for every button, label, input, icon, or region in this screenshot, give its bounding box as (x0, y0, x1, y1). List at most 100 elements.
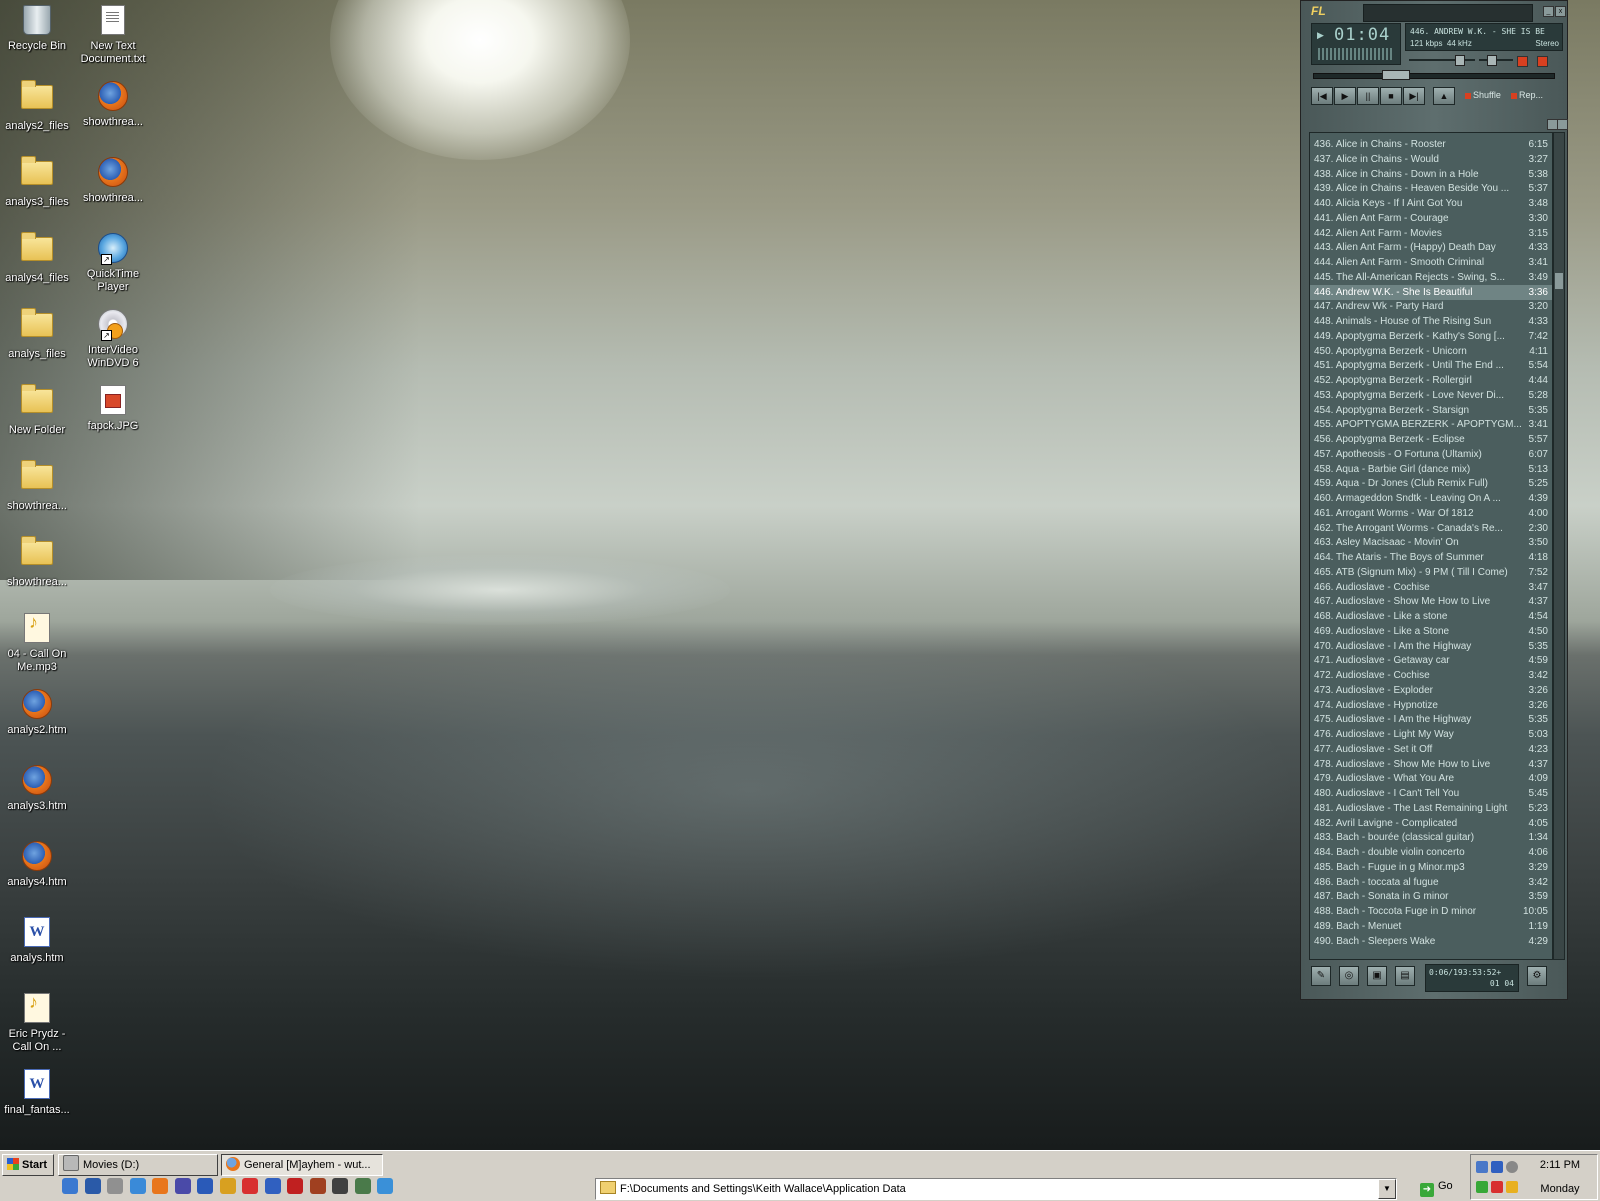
desktop-icon[interactable]: 04 - Call On Me.mp3 (0, 611, 74, 674)
shuffle-toggle[interactable]: Shuffle (1465, 90, 1501, 100)
playlist-item[interactable]: 477. Audioslave - Set it Off 4:23 (1310, 742, 1552, 757)
clock[interactable]: 2:11 PM (1527, 1159, 1593, 1171)
desktop-icon[interactable]: analys3.htm (0, 763, 74, 813)
playlist-item[interactable]: 472. Audioslave - Cochise 3:42 (1310, 668, 1552, 683)
address-bar[interactable]: F:\Documents and Settings\Keith Wallace\… (595, 1178, 1397, 1200)
playlist-item[interactable]: 478. Audioslave - Show Me How to Live 4:3… (1310, 757, 1552, 772)
playlist-item[interactable]: 468. Audioslave - Like a stone 4:54 (1310, 609, 1552, 624)
desktop-icon[interactable]: Eric Prydz - Call On ... (0, 991, 74, 1054)
playlist-item[interactable]: 437. Alice in Chains - Would 3:27 (1310, 152, 1552, 167)
desktop-icon[interactable]: analys_files (0, 307, 74, 361)
eq-toggle-icon[interactable] (1517, 56, 1528, 67)
balance-slider[interactable] (1487, 55, 1497, 66)
playlist[interactable]: 436. Alice in Chains - Rooster 6:15 437. A… (1309, 132, 1553, 960)
playlist-item[interactable]: 474. Audioslave - Hypnotize 3:26 (1310, 698, 1552, 713)
playlist-item[interactable]: 487. Bach - Sonata in G minor 3:59 (1310, 889, 1552, 904)
start-button[interactable]: Start (2, 1154, 54, 1176)
playlist-item[interactable]: 475. Audioslave - I Am the Highway 5:35 (1310, 712, 1552, 727)
desktop-icon[interactable]: Recycle Bin (0, 3, 74, 53)
desktop-icon[interactable]: ↗ QuickTime Player (76, 231, 150, 294)
word-icon[interactable] (197, 1178, 213, 1194)
firefox-icon[interactable] (152, 1178, 168, 1194)
desktop-icon[interactable]: New Text Document.txt (76, 3, 150, 66)
player-titlebar[interactable]: FL _ x (1307, 3, 1566, 22)
update-icon[interactable] (1476, 1181, 1488, 1193)
playlist-toggle-icon[interactable] (1537, 56, 1548, 67)
desktop-icon[interactable]: showthrea... (76, 79, 150, 129)
play-icon[interactable]: ▶ (1334, 87, 1356, 105)
list-options-icon[interactable]: ⚙ (1527, 966, 1547, 986)
seek-knob[interactable] (1382, 70, 1410, 80)
playlist-item[interactable]: 473. Audioslave - Exploder 3:26 (1310, 683, 1552, 698)
music-player-window[interactable]: FL _ x ▶ 01:04 446. ANDREW W.K. - SHE IS… (1300, 0, 1568, 1000)
minimize-icon[interactable]: _ (1543, 6, 1554, 17)
playlist-item[interactable]: 485. Bach - Fugue in g Minor.mp3 3:29 (1310, 860, 1552, 875)
playlist-scrollbar[interactable] (1553, 132, 1565, 960)
playlist-item[interactable]: 466. Audioslave - Cochise 3:47 (1310, 580, 1552, 595)
playlist-item[interactable]: 484. Bach - double violin concerto 4:06 (1310, 845, 1552, 860)
volume-slider[interactable] (1455, 55, 1465, 66)
playlist-item[interactable]: 488. Bach - Toccota Fuge in D minor 10:05 (1310, 904, 1552, 919)
playlist-item[interactable]: 441. Alien Ant Farm - Courage 3:30 (1310, 211, 1552, 226)
playlist-item[interactable]: 462. The Arrogant Worms - Canada's Re...… (1310, 521, 1552, 536)
playlist-item[interactable]: 483. Bach - bourée (classical guitar) 1:3… (1310, 830, 1552, 845)
app-icon[interactable] (242, 1178, 258, 1194)
pause-icon[interactable]: || (1357, 87, 1379, 105)
desktop-icon[interactable]: analys3_files (0, 155, 74, 209)
playlist-item[interactable]: 448. Animals - House of The Rising Sun 4:… (1310, 314, 1552, 329)
next-icon[interactable]: ▶| (1403, 87, 1425, 105)
playlist-item[interactable]: 447. Andrew Wk - Party Hard 3:20 (1310, 299, 1552, 314)
playlist-item[interactable]: 481. Audioslave - The Last Remaining Lig… (1310, 801, 1552, 816)
select-icon[interactable]: ▣ (1367, 966, 1387, 986)
misc-options-icon[interactable]: ▤ (1395, 966, 1415, 986)
playlist-item[interactable]: 450. Apoptygma Berzerk - Unicorn 4:11 (1310, 344, 1552, 359)
playlist-item[interactable]: 480. Audioslave - I Can't Tell You 5:45 (1310, 786, 1552, 801)
ie-alt-icon[interactable] (129, 1178, 146, 1194)
add-file-icon[interactable]: ✎ (1311, 966, 1331, 986)
app-icon[interactable] (264, 1178, 281, 1194)
desktop-icon[interactable]: analys2_files (0, 79, 74, 133)
mp3-icon[interactable] (219, 1178, 236, 1194)
security-icon[interactable] (1506, 1181, 1518, 1193)
seek-bar[interactable] (1313, 70, 1555, 80)
ie-icon[interactable] (62, 1178, 78, 1194)
previous-icon[interactable]: |◀ (1311, 87, 1333, 105)
playlist-item[interactable]: 459. Aqua - Dr Jones (Club Remix Full) 5:… (1310, 476, 1552, 491)
desktop-icon[interactable]: ↗ InterVideo WinDVD 6 (76, 307, 150, 370)
playlist-item[interactable]: 479. Audioslave - What You Are 4:09 (1310, 771, 1552, 786)
playlist-item[interactable]: 458. Aqua - Barbie Girl (dance mix) 5:13 (1310, 462, 1552, 477)
playlist-item[interactable]: 439. Alice in Chains - Heaven Beside You… (1310, 181, 1552, 196)
playlist-item[interactable]: 467. Audioslave - Show Me How to Live 4:3… (1310, 594, 1552, 609)
address-dropdown-icon[interactable]: ▼ (1378, 1179, 1396, 1199)
task-button-firefox[interactable]: General [M]ayhem - wut... (221, 1154, 383, 1176)
playlist-item[interactable]: 464. The Ataris - The Boys of Summer 4:18 (1310, 550, 1552, 565)
network-icon[interactable] (1476, 1161, 1488, 1173)
desktop-icon[interactable]: Wfinal_fantas... (0, 1067, 74, 1117)
playlist-item[interactable]: 476. Audioslave - Light My Way 5:03 (1310, 727, 1552, 742)
desktop-icon[interactable]: analys4_files (0, 231, 74, 285)
antivirus-icon[interactable] (1491, 1181, 1503, 1193)
playlist-item[interactable]: 455. APOPTYGMA BERZERK - APOPTYGM... 3:41 (1310, 417, 1552, 432)
task-button-movies[interactable]: Movies (D:) (58, 1154, 218, 1176)
playlist-item[interactable]: 460. Armageddon Sndtk - Leaving On A ...… (1310, 491, 1552, 506)
playlist-item[interactable]: 436. Alice in Chains - Rooster 6:15 (1310, 137, 1552, 152)
playlist-item[interactable]: 444. Alien Ant Farm - Smooth Criminal 3:4… (1310, 255, 1552, 270)
media-player-icon[interactable] (174, 1178, 191, 1194)
desktop-icon[interactable]: showthrea... (76, 155, 150, 205)
messenger-icon[interactable] (1491, 1161, 1503, 1173)
speaker-icon[interactable] (1506, 1161, 1518, 1173)
playlist-item[interactable]: 445. The All-American Rejects - Swing, S… (1310, 270, 1552, 285)
desktop-icon[interactable]: analys2.htm (0, 687, 74, 737)
app-icon[interactable] (354, 1178, 371, 1194)
playlist-item[interactable]: 482. Avril Lavigne - Complicated 4:05 (1310, 816, 1552, 831)
playlist-item[interactable]: 449. Apoptygma Berzerk - Kathy's Song [.… (1310, 329, 1552, 344)
tool-icon[interactable] (287, 1178, 303, 1194)
go-button[interactable]: ➜ Go (1420, 1180, 1453, 1197)
outlook-icon[interactable] (84, 1178, 101, 1194)
playlist-item[interactable]: 465. ATB (Signum Mix) - 9 PM ( Till I Co… (1310, 565, 1552, 580)
playlist-item[interactable]: 490. Bach - Sleepers Wake 4:29 (1310, 934, 1552, 949)
desktop-icon[interactable]: Wanalys.htm (0, 915, 74, 965)
playlist-item[interactable]: 456. Apoptygma Berzerk - Eclipse 5:57 (1310, 432, 1552, 447)
game-icon[interactable] (309, 1178, 326, 1194)
playlist-item[interactable]: 454. Apoptygma Berzerk - Starsign 5:35 (1310, 403, 1552, 418)
